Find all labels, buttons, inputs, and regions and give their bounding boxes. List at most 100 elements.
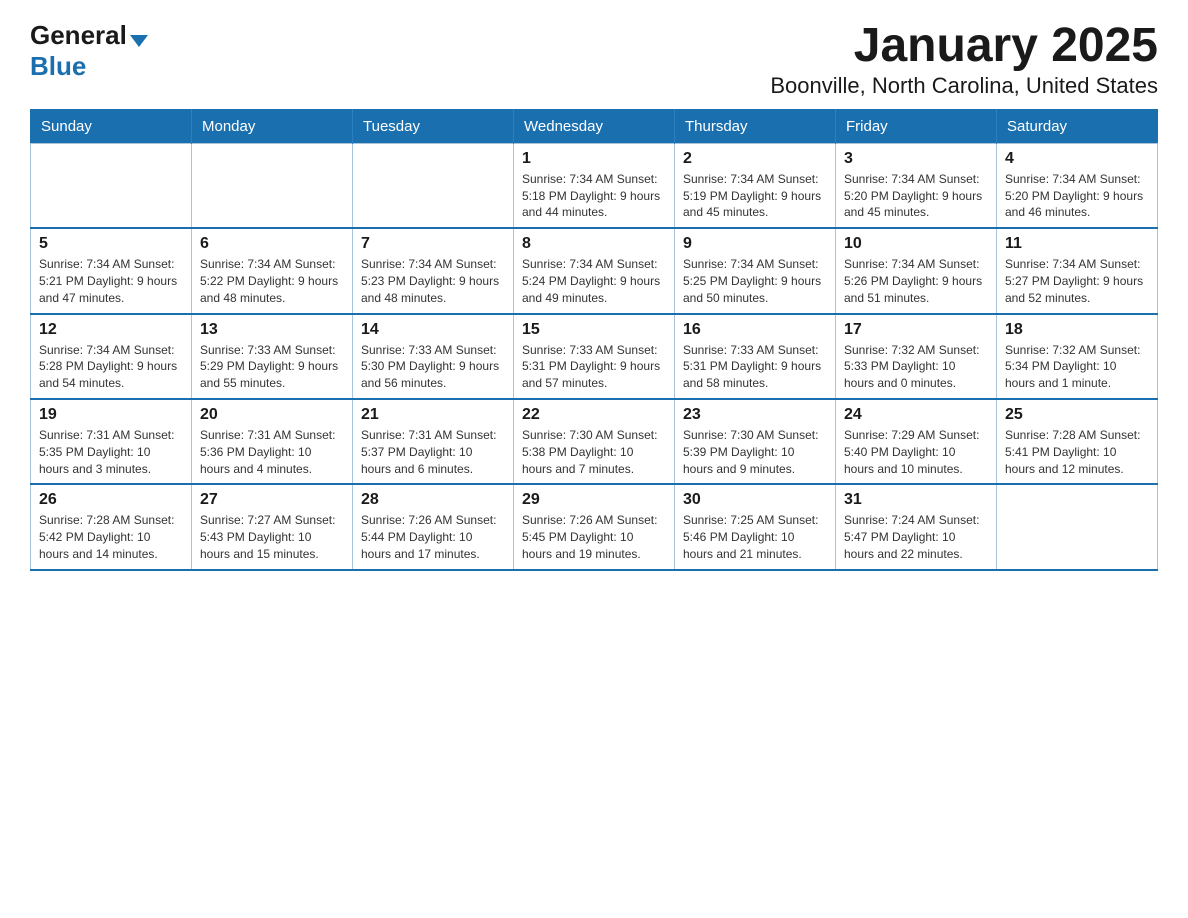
logo-general-text: General <box>30 20 127 51</box>
cell-day-number: 16 <box>683 321 827 339</box>
header-day-saturday: Saturday <box>997 109 1158 143</box>
cell-day-number: 21 <box>361 406 505 424</box>
cell-daylight-info: Sunrise: 7:34 AM Sunset: 5:20 PM Dayligh… <box>844 171 988 221</box>
cell-daylight-info: Sunrise: 7:33 AM Sunset: 5:31 PM Dayligh… <box>683 342 827 392</box>
cell-day-number: 29 <box>522 491 666 509</box>
calendar-cell: 21 Sunrise: 7:31 AM Sunset: 5:37 PM Dayli… <box>353 399 514 484</box>
cell-day-number: 12 <box>39 321 183 339</box>
page-subtitle: Boonville, North Carolina, United States <box>770 73 1158 99</box>
cell-daylight-info: Sunrise: 7:31 AM Sunset: 5:37 PM Dayligh… <box>361 427 505 477</box>
cell-day-number: 20 <box>200 406 344 424</box>
cell-daylight-info: Sunrise: 7:28 AM Sunset: 5:41 PM Dayligh… <box>1005 427 1149 477</box>
calendar-cell: 25 Sunrise: 7:28 AM Sunset: 5:41 PM Dayli… <box>997 399 1158 484</box>
cell-day-number: 28 <box>361 491 505 509</box>
cell-day-number: 19 <box>39 406 183 424</box>
week-row-2: 5 Sunrise: 7:34 AM Sunset: 5:21 PM Daylig… <box>31 228 1158 313</box>
calendar-cell: 12 Sunrise: 7:34 AM Sunset: 5:28 PM Dayli… <box>31 314 192 399</box>
calendar-cell: 5 Sunrise: 7:34 AM Sunset: 5:21 PM Daylig… <box>31 228 192 313</box>
calendar-cell: 4 Sunrise: 7:34 AM Sunset: 5:20 PM Daylig… <box>997 143 1158 228</box>
title-section: January 2025 Boonville, North Carolina, … <box>770 20 1158 99</box>
calendar-cell: 7 Sunrise: 7:34 AM Sunset: 5:23 PM Daylig… <box>353 228 514 313</box>
cell-day-number: 4 <box>1005 150 1149 168</box>
cell-day-number: 17 <box>844 321 988 339</box>
cell-daylight-info: Sunrise: 7:33 AM Sunset: 5:29 PM Dayligh… <box>200 342 344 392</box>
cell-day-number: 18 <box>1005 321 1149 339</box>
logo-arrow-icon <box>130 35 148 47</box>
header-day-tuesday: Tuesday <box>353 109 514 143</box>
cell-day-number: 25 <box>1005 406 1149 424</box>
cell-day-number: 15 <box>522 321 666 339</box>
calendar-cell: 23 Sunrise: 7:30 AM Sunset: 5:39 PM Dayli… <box>675 399 836 484</box>
cell-daylight-info: Sunrise: 7:25 AM Sunset: 5:46 PM Dayligh… <box>683 512 827 562</box>
calendar-cell <box>353 143 514 228</box>
calendar-cell: 1 Sunrise: 7:34 AM Sunset: 5:18 PM Daylig… <box>514 143 675 228</box>
cell-day-number: 23 <box>683 406 827 424</box>
cell-daylight-info: Sunrise: 7:31 AM Sunset: 5:35 PM Dayligh… <box>39 427 183 477</box>
calendar-cell: 27Sunrise: 7:27 AM Sunset: 5:43 PM Dayli… <box>192 484 353 569</box>
cell-daylight-info: Sunrise: 7:24 AM Sunset: 5:47 PM Dayligh… <box>844 512 988 562</box>
calendar-cell <box>997 484 1158 569</box>
calendar-cell: 8 Sunrise: 7:34 AM Sunset: 5:24 PM Daylig… <box>514 228 675 313</box>
logo: General Blue <box>30 20 148 82</box>
cell-daylight-info: Sunrise: 7:34 AM Sunset: 5:27 PM Dayligh… <box>1005 256 1149 306</box>
calendar-body: 1 Sunrise: 7:34 AM Sunset: 5:18 PM Daylig… <box>31 143 1158 569</box>
calendar-cell: 24 Sunrise: 7:29 AM Sunset: 5:40 PM Dayli… <box>836 399 997 484</box>
calendar-cell: 3 Sunrise: 7:34 AM Sunset: 5:20 PM Daylig… <box>836 143 997 228</box>
cell-day-number: 31 <box>844 491 988 509</box>
cell-daylight-info: Sunrise: 7:34 AM Sunset: 5:22 PM Dayligh… <box>200 256 344 306</box>
logo-blue-text: Blue <box>30 51 86 82</box>
cell-daylight-info: Sunrise: 7:28 AM Sunset: 5:42 PM Dayligh… <box>39 512 183 562</box>
calendar-cell: 28 Sunrise: 7:26 AM Sunset: 5:44 PM Dayli… <box>353 484 514 569</box>
days-of-week-row: SundayMondayTuesdayWednesdayThursdayFrid… <box>31 109 1158 143</box>
calendar-cell: 17Sunrise: 7:32 AM Sunset: 5:33 PM Dayli… <box>836 314 997 399</box>
header-day-friday: Friday <box>836 109 997 143</box>
calendar-cell: 31 Sunrise: 7:24 AM Sunset: 5:47 PM Dayli… <box>836 484 997 569</box>
calendar-cell: 10 Sunrise: 7:34 AM Sunset: 5:26 PM Dayli… <box>836 228 997 313</box>
calendar-cell: 15 Sunrise: 7:33 AM Sunset: 5:31 PM Dayli… <box>514 314 675 399</box>
cell-daylight-info: Sunrise: 7:34 AM Sunset: 5:25 PM Dayligh… <box>683 256 827 306</box>
cell-day-number: 8 <box>522 235 666 253</box>
cell-day-number: 5 <box>39 235 183 253</box>
calendar-cell: 18 Sunrise: 7:32 AM Sunset: 5:34 PM Dayli… <box>997 314 1158 399</box>
calendar-cell: 20 Sunrise: 7:31 AM Sunset: 5:36 PM Dayli… <box>192 399 353 484</box>
page-header: General Blue January 2025 Boonville, Nor… <box>30 20 1158 99</box>
header-day-thursday: Thursday <box>675 109 836 143</box>
cell-daylight-info: Sunrise: 7:29 AM Sunset: 5:40 PM Dayligh… <box>844 427 988 477</box>
calendar-cell: 30 Sunrise: 7:25 AM Sunset: 5:46 PM Dayli… <box>675 484 836 569</box>
week-row-1: 1 Sunrise: 7:34 AM Sunset: 5:18 PM Daylig… <box>31 143 1158 228</box>
cell-day-number: 3 <box>844 150 988 168</box>
cell-daylight-info: Sunrise: 7:33 AM Sunset: 5:30 PM Dayligh… <box>361 342 505 392</box>
cell-daylight-info: Sunrise: 7:33 AM Sunset: 5:31 PM Dayligh… <box>522 342 666 392</box>
cell-daylight-info: Sunrise: 7:30 AM Sunset: 5:39 PM Dayligh… <box>683 427 827 477</box>
cell-day-number: 14 <box>361 321 505 339</box>
calendar-cell: 26 Sunrise: 7:28 AM Sunset: 5:42 PM Dayli… <box>31 484 192 569</box>
calendar-cell: 2Sunrise: 7:34 AM Sunset: 5:19 PM Daylig… <box>675 143 836 228</box>
cell-day-number: 26 <box>39 491 183 509</box>
cell-day-number: 24 <box>844 406 988 424</box>
calendar-cell: 14 Sunrise: 7:33 AM Sunset: 5:30 PM Dayli… <box>353 314 514 399</box>
cell-day-number: 6 <box>200 235 344 253</box>
cell-daylight-info: Sunrise: 7:34 AM Sunset: 5:18 PM Dayligh… <box>522 171 666 221</box>
page-title: January 2025 <box>770 20 1158 73</box>
cell-daylight-info: Sunrise: 7:31 AM Sunset: 5:36 PM Dayligh… <box>200 427 344 477</box>
calendar-cell: 11 Sunrise: 7:34 AM Sunset: 5:27 PM Dayli… <box>997 228 1158 313</box>
cell-daylight-info: Sunrise: 7:32 AM Sunset: 5:34 PM Dayligh… <box>1005 342 1149 392</box>
calendar-cell: 22 Sunrise: 7:30 AM Sunset: 5:38 PM Dayli… <box>514 399 675 484</box>
cell-day-number: 22 <box>522 406 666 424</box>
cell-day-number: 7 <box>361 235 505 253</box>
cell-daylight-info: Sunrise: 7:34 AM Sunset: 5:23 PM Dayligh… <box>361 256 505 306</box>
calendar-cell: 19 Sunrise: 7:31 AM Sunset: 5:35 PM Dayli… <box>31 399 192 484</box>
cell-daylight-info: Sunrise: 7:26 AM Sunset: 5:44 PM Dayligh… <box>361 512 505 562</box>
cell-daylight-info: Sunrise: 7:30 AM Sunset: 5:38 PM Dayligh… <box>522 427 666 477</box>
cell-day-number: 27 <box>200 491 344 509</box>
calendar-cell <box>31 143 192 228</box>
cell-day-number: 1 <box>522 150 666 168</box>
cell-daylight-info: Sunrise: 7:34 AM Sunset: 5:24 PM Dayligh… <box>522 256 666 306</box>
cell-day-number: 30 <box>683 491 827 509</box>
cell-daylight-info: Sunrise: 7:34 AM Sunset: 5:28 PM Dayligh… <box>39 342 183 392</box>
cell-daylight-info: Sunrise: 7:34 AM Sunset: 5:26 PM Dayligh… <box>844 256 988 306</box>
cell-daylight-info: Sunrise: 7:34 AM Sunset: 5:21 PM Dayligh… <box>39 256 183 306</box>
cell-day-number: 10 <box>844 235 988 253</box>
cell-daylight-info: Sunrise: 7:34 AM Sunset: 5:20 PM Dayligh… <box>1005 171 1149 221</box>
cell-day-number: 11 <box>1005 235 1149 253</box>
